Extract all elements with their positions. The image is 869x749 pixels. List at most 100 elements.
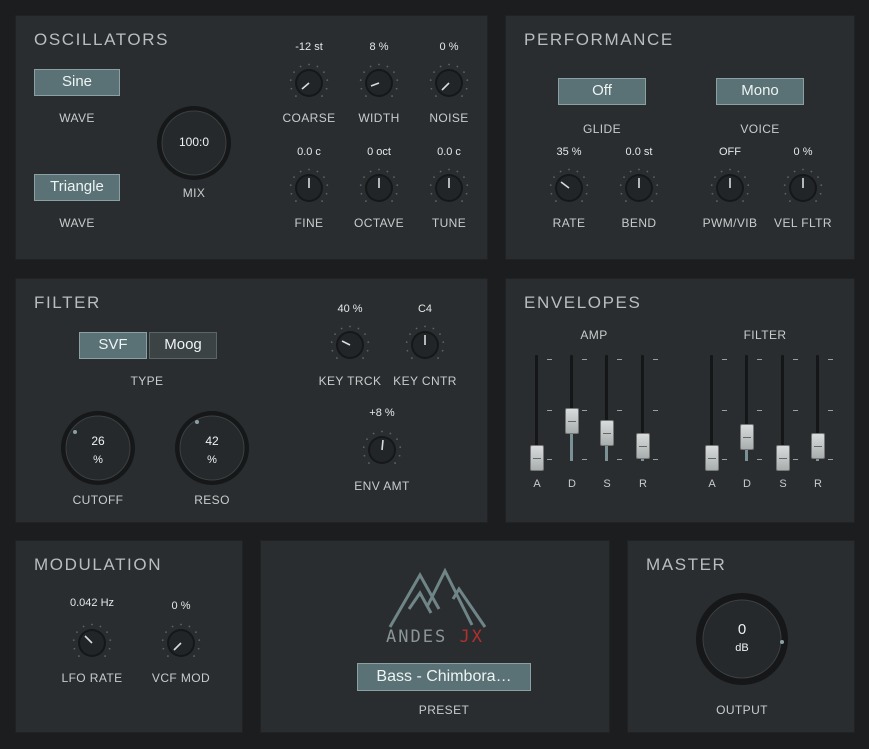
tick (582, 410, 587, 411)
filter-attack-fader[interactable] (705, 355, 719, 471)
tick (617, 359, 622, 360)
cutoff-knob[interactable]: 26 % (59, 409, 137, 487)
envamt-value: +8 % (369, 407, 395, 419)
filter-type-moog-button[interactable]: Moog (149, 332, 217, 359)
keytrck-value: 40 % (337, 303, 363, 315)
amp-d-label: D (568, 478, 576, 490)
pwmvib-value: OFF (719, 146, 741, 158)
wave1-button[interactable]: Sine (34, 69, 120, 96)
wave2-label: WAVE (59, 216, 95, 230)
noise-value: 0 % (439, 41, 459, 53)
amp-attack-fader[interactable] (530, 355, 544, 471)
tick (653, 359, 658, 360)
noise-knob[interactable] (428, 62, 470, 104)
tick (828, 459, 833, 460)
rate-knob[interactable] (548, 167, 590, 209)
andes-mountain-logo (388, 567, 487, 628)
logo-text-accent: JX (459, 627, 484, 647)
tick (757, 459, 762, 460)
keytrck-knob[interactable] (329, 324, 371, 366)
coarse-value: -12 st (295, 41, 323, 53)
voice-button[interactable]: Mono (716, 78, 804, 105)
mix-label: MIX (182, 186, 206, 200)
tick (582, 459, 587, 460)
filter-panel: FILTER SVF Moog TYPE 26 % CUTOFF 42 % RE… (15, 278, 488, 523)
logo-text: ANDES JX (261, 627, 609, 647)
preset-selector[interactable]: Bass - Chimbora… (357, 663, 531, 691)
glide-label: GLIDE (582, 122, 622, 136)
amp-s-label: S (603, 478, 611, 490)
tick (547, 459, 552, 460)
filter-a-label: A (708, 478, 716, 490)
wave2-button[interactable]: Triangle (34, 174, 120, 201)
fine-value: 0.0 c (297, 146, 321, 158)
output-label: OUTPUT (716, 703, 768, 717)
amp-r-label: R (639, 478, 647, 490)
keycntr-value: C4 (417, 303, 433, 315)
velfltr-knob[interactable] (782, 167, 824, 209)
octave-label: OCTAVE (354, 216, 404, 230)
envamt-label: ENV AMT (354, 479, 410, 493)
tick (828, 410, 833, 411)
keycntr-knob[interactable] (404, 324, 446, 366)
filter-decay-fader[interactable] (740, 355, 754, 461)
filter-r-label: R (814, 478, 822, 490)
tick (653, 410, 658, 411)
bend-label: BEND (621, 216, 657, 230)
tune-knob[interactable] (428, 167, 470, 209)
amp-a-label: A (533, 478, 541, 490)
filter-env-label: FILTER (743, 328, 787, 342)
coarse-label: COARSE (282, 111, 336, 125)
vcfmod-value: 0 % (171, 600, 191, 612)
coarse-knob[interactable] (288, 62, 330, 104)
rate-label: RATE (552, 216, 586, 230)
width-value: 8 % (369, 41, 389, 53)
vcfmod-knob[interactable] (160, 622, 202, 664)
performance-panel: PERFORMANCE Off GLIDE Mono VOICE 35 % RA… (505, 15, 855, 260)
logo-text-main: ANDES (386, 627, 448, 647)
amp-sustain-fader[interactable] (600, 355, 614, 461)
pwmvib-knob[interactable] (709, 167, 751, 209)
tick (617, 459, 622, 460)
keytrck-label: KEY TRCK (318, 374, 382, 388)
cutoff-label: CUTOFF (72, 493, 124, 507)
lforate-label: LFO RATE (61, 671, 123, 685)
pwmvib-label: PWM/VIB (702, 216, 758, 230)
voice-label: VOICE (740, 122, 780, 136)
tune-label: TUNE (431, 216, 467, 230)
amp-release-fader[interactable] (636, 355, 650, 461)
wave1-label: WAVE (59, 111, 95, 125)
tick (617, 410, 622, 411)
filter-type-svf-button[interactable]: SVF (79, 332, 147, 359)
tick (793, 359, 798, 360)
glide-button[interactable]: Off (558, 78, 646, 105)
bend-knob[interactable] (618, 167, 660, 209)
octave-knob[interactable] (358, 167, 400, 209)
filter-sustain-fader[interactable] (776, 355, 790, 471)
amp-decay-fader[interactable] (565, 355, 579, 461)
modulation-panel: MODULATION 0.042 Hz LFO RATE 0 % VCF MOD (15, 540, 243, 733)
amp-env-label: AMP (580, 328, 608, 342)
fine-knob[interactable] (288, 167, 330, 209)
filter-release-fader[interactable] (811, 355, 825, 461)
tick (757, 359, 762, 360)
width-knob[interactable] (358, 62, 400, 104)
reso-knob[interactable]: 42 % (173, 409, 251, 487)
octave-value: 0 oct (367, 146, 391, 158)
envelopes-panel: ENVELOPES AMP FILTER A D S R A D S R (505, 278, 855, 523)
tick (547, 359, 552, 360)
keycntr-label: KEY CNTR (393, 374, 457, 388)
master-title: MASTER (646, 555, 727, 574)
envamt-knob[interactable] (361, 429, 403, 471)
tick (547, 410, 552, 411)
tick (722, 410, 727, 411)
mix-knob[interactable]: 100:0 (155, 104, 233, 182)
rate-value: 35 % (556, 146, 582, 158)
envelopes-title: ENVELOPES (524, 293, 642, 312)
output-knob[interactable]: 0 dB (694, 591, 790, 687)
filter-type-label: TYPE (130, 374, 164, 388)
filter-title: FILTER (34, 293, 101, 312)
tick (793, 459, 798, 460)
noise-label: NOISE (429, 111, 469, 125)
lforate-knob[interactable] (71, 622, 113, 664)
